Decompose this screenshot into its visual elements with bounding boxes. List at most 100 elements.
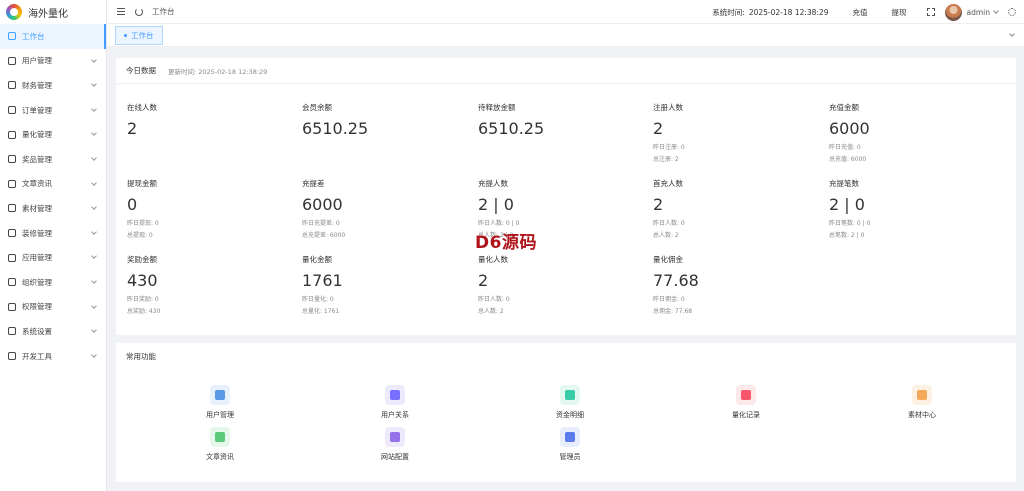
sidebar: 海外量化 工作台 用户管理财务管理订单管理 量化管理奖品管理文章资讯素材管理装修管理… xyxy=(0,0,107,491)
stat-value: 6510.25 xyxy=(478,119,545,138)
user-icon xyxy=(210,385,230,405)
function-admin[interactable]: 管理员 xyxy=(530,427,610,462)
tab-workbench[interactable]: 工作台 xyxy=(115,26,163,45)
sidebar-item-6[interactable]: 文章资讯 xyxy=(0,172,106,197)
function-label: 用户关系 xyxy=(381,411,409,419)
stat-sub: 昨日人数: 0 | 0 xyxy=(478,220,520,227)
header: 工作台 系统时间: 2025-02-18 12:38:29 充值 提现 admi… xyxy=(107,0,1024,24)
sidebar-item-7[interactable]: 素材管理 xyxy=(0,196,106,221)
stat-card: 首充人数 2 昨日人数: 0 总人数: 2 xyxy=(653,178,823,239)
stat-card: 充值金额 6000 昨日充值: 0 总充值: 6000 xyxy=(829,102,999,163)
common-functions-card: 常用功能 用户管理 用户关系 资金明细 量化记录 素材中心文章资讯 网站配置 管理员 xyxy=(116,343,1016,482)
menu-item-icon xyxy=(8,130,16,139)
chevron-down-icon xyxy=(91,204,97,210)
stat-sub: 总提现: 0 xyxy=(127,232,153,239)
function-label: 素材中心 xyxy=(908,411,936,419)
stat-label: 首充人数 xyxy=(653,179,683,188)
function-article[interactable]: 文章资讯 xyxy=(180,427,260,462)
sidebar-item-0[interactable]: 工作台 xyxy=(0,24,106,49)
chevron-down-icon xyxy=(91,56,97,63)
sidebar-item-5[interactable]: 奖品管理 xyxy=(0,147,106,172)
user-name[interactable]: admin xyxy=(967,8,991,17)
menu-item-icon xyxy=(8,253,16,262)
chevron-down-icon[interactable] xyxy=(993,7,999,14)
stat-card: 充提差 6000 昨日充提差: 0 总充提差: 6000 xyxy=(302,178,472,239)
stat-label: 量化佣金 xyxy=(653,255,683,264)
sidebar-item-label: 文章资讯 xyxy=(22,179,52,189)
chevron-down-icon xyxy=(91,105,97,112)
tabs-more-icon[interactable] xyxy=(1009,31,1015,37)
stat-sub: 总注册: 2 xyxy=(653,156,679,163)
menu-item-icon xyxy=(8,155,16,164)
stat-card: 量化人数 2 昨日人数: 0 总人数: 2 xyxy=(478,254,648,315)
avatar[interactable] xyxy=(944,3,962,21)
stat-value: 2 xyxy=(478,271,489,290)
sidebar-item-12[interactable]: 系统设置 xyxy=(0,319,106,344)
stat-label: 会员余额 xyxy=(302,103,332,112)
function-user[interactable]: 用户管理 xyxy=(180,385,260,420)
sidebar-item-label: 开发工具 xyxy=(22,351,52,361)
stat-card: 量化佣金 77.68 昨日佣金: 0 总佣金: 77.68 xyxy=(653,254,823,315)
menu-item-icon xyxy=(8,106,16,115)
function-label: 网站配置 xyxy=(381,453,409,461)
stat-label: 充提笔数 xyxy=(829,179,859,188)
sidebar-item-label: 应用管理 xyxy=(22,253,52,263)
sidebar-item-13[interactable]: 开发工具 xyxy=(0,344,106,369)
stat-sub: 昨日奖励: 0 xyxy=(127,296,159,303)
sidebar-item-11[interactable]: 权限管理 xyxy=(0,295,106,320)
function-fund[interactable]: 资金明细 xyxy=(530,385,610,420)
sidebar-item-4[interactable]: 量化管理 xyxy=(0,122,106,147)
function-record[interactable]: 量化记录 xyxy=(706,385,786,420)
logo[interactable]: 海外量化 xyxy=(0,0,106,24)
stat-card: 量化金额 1761 昨日量化: 0 总量化: 1761 xyxy=(302,254,472,315)
function-label: 用户管理 xyxy=(206,411,234,419)
chevron-down-icon xyxy=(91,278,97,284)
gear-icon[interactable] xyxy=(1008,8,1016,16)
fullscreen-icon[interactable] xyxy=(926,8,935,16)
sidebar-item-9[interactable]: 应用管理 xyxy=(0,245,106,270)
sidebar-item-8[interactable]: 装修管理 xyxy=(0,221,106,246)
today-data-card: 今日数据 更新时间: 2025-02-18 12:38:29 在线人数 2 会员余额… xyxy=(116,58,1016,335)
sidebar-item-2[interactable]: 财务管理 xyxy=(0,73,106,98)
sidebar-item-1[interactable]: 用户管理 xyxy=(0,49,106,74)
chevron-down-icon xyxy=(91,327,97,333)
refresh-icon[interactable] xyxy=(135,7,143,16)
updated-time: 更新时间: 2025-02-18 12:38:29 xyxy=(168,67,268,76)
stat-card: 奖励金额 430 昨日奖励: 0 总奖励: 430 xyxy=(127,254,297,315)
stat-label: 充提差 xyxy=(302,179,325,188)
sidebar-item-3[interactable]: 订单管理 xyxy=(0,98,106,123)
sidebar-item-label: 财务管理 xyxy=(22,80,52,90)
stat-label: 待释放金额 xyxy=(478,103,516,112)
withdraw-button[interactable]: 提现 xyxy=(892,7,907,18)
function-relation[interactable]: 用户关系 xyxy=(355,385,435,420)
sidebar-item-label: 系统设置 xyxy=(22,326,52,336)
stat-sub: 总笔数: 2 | 0 xyxy=(829,232,865,239)
system-time-label: 系统时间: xyxy=(712,7,745,17)
stat-label: 量化金额 xyxy=(302,255,332,264)
system-time: 2025-02-18 12:38:29 xyxy=(748,7,829,17)
record-icon xyxy=(736,385,756,405)
function-material[interactable]: 素材中心 xyxy=(882,385,962,420)
material-icon xyxy=(912,385,932,405)
chevron-down-icon xyxy=(91,179,97,186)
function-label: 量化记录 xyxy=(732,411,760,419)
function-site-config[interactable]: 网站配置 xyxy=(355,427,435,462)
stat-sub: 昨日人数: 0 xyxy=(653,220,685,227)
stat-sub: 昨日充值: 0 xyxy=(829,144,861,151)
header-right: 系统时间: 2025-02-18 12:38:29 充值 提现 admin xyxy=(712,0,1024,24)
stat-value: 2 xyxy=(653,195,664,214)
recharge-button[interactable]: 充值 xyxy=(853,7,868,18)
common-functions-header: 常用功能 xyxy=(116,343,1016,369)
stat-label: 充值金额 xyxy=(829,103,859,112)
watermark: D6源码 xyxy=(475,233,537,253)
menu-item-icon xyxy=(8,56,16,65)
sidebar-item-10[interactable]: 组织管理 xyxy=(0,270,106,295)
menu-toggle-icon[interactable] xyxy=(117,8,125,15)
menu-item-icon xyxy=(8,204,16,213)
chevron-down-icon xyxy=(91,155,97,161)
menu-item-icon xyxy=(8,278,16,287)
sidebar-item-label: 素材管理 xyxy=(22,203,52,213)
sidebar-item-label: 奖品管理 xyxy=(22,154,52,164)
logo-icon xyxy=(6,4,22,20)
stat-value: 2 | 0 xyxy=(478,195,514,214)
